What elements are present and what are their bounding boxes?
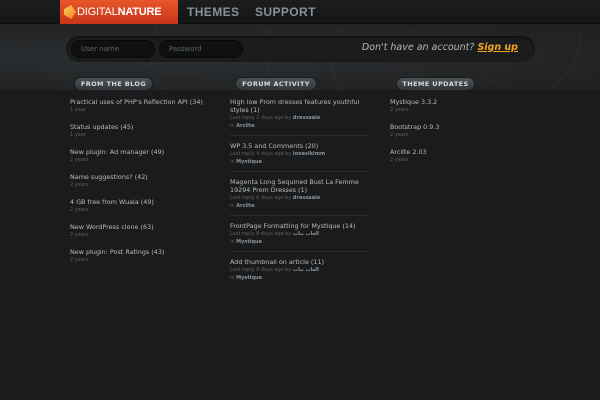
forum-topic-title[interactable]: WP 3.5 and Comments (20): [230, 142, 368, 150]
in-label: in: [230, 275, 235, 281]
nav-themes[interactable]: THEMES: [187, 5, 239, 19]
forum-name-link[interactable]: Arclite: [236, 123, 255, 129]
theme-update-item[interactable]: Bootstrap 0.9.3 2 years: [390, 123, 540, 139]
nav-support[interactable]: SUPPORT: [255, 5, 316, 19]
theme-update-title[interactable]: Arclite 2.03: [390, 148, 540, 156]
forum-topic-user[interactable]: dressaaie: [293, 115, 320, 121]
blog-item[interactable]: New plugin: Ad manager (49) 2 years: [70, 148, 218, 164]
forum-topic[interactable]: High low Prom dresses features youthful …: [230, 98, 368, 136]
forum-topic-user[interactable]: العاب بنات: [293, 267, 319, 273]
forum-topic-forum: in Mystique: [230, 238, 368, 246]
theme-update-age: 2 years: [390, 132, 409, 138]
forum-list: High low Prom dresses features youthful …: [230, 98, 368, 293]
blog-item[interactable]: New WordPress clone (63) 2 years: [70, 223, 218, 239]
last-reply-text: Last reply 2 days ago by: [230, 115, 292, 121]
forum-topic-forum: in Arclite: [230, 122, 368, 130]
in-label: in: [230, 159, 235, 165]
blog-item-age: 1 year: [70, 132, 86, 138]
theme-update-age: 2 years: [390, 107, 409, 113]
site-logo[interactable]: DIGITALNATURE: [60, 0, 178, 24]
blog-header: FROM THE BLOG: [74, 77, 153, 91]
theme-updates-list: Mystique 3.3.2 2 years Bootstrap 0.9.3 2…: [390, 98, 540, 173]
blog-item-title[interactable]: Status updates (45): [70, 123, 218, 131]
logo-mark-icon: [64, 5, 76, 19]
in-label: in: [230, 123, 235, 129]
password-input[interactable]: [159, 40, 243, 58]
forum-topic[interactable]: FrontPage Formatting for Mystique (14) L…: [230, 222, 368, 252]
last-reply-text: Last reply 8 days ago by: [230, 267, 292, 273]
blog-item[interactable]: Name suggestions? (42) 2 years: [70, 173, 218, 189]
blog-item-title[interactable]: Name suggestions? (42): [70, 173, 218, 181]
blog-item[interactable]: Status updates (45) 1 year: [70, 123, 218, 139]
blog-item-title[interactable]: New WordPress clone (63): [70, 223, 218, 231]
forum-topic-title[interactable]: High low Prom dresses features youthful …: [230, 98, 368, 114]
forum-topic-forum: in Arclite: [230, 202, 368, 210]
forum-topic-last-reply: Last reply 2 days ago by dressaaie: [230, 114, 368, 122]
forum-topic[interactable]: Add thumbnail on article (11) Last reply…: [230, 258, 368, 287]
blog-item-age: 2 years: [70, 157, 89, 163]
forum-topic-forum: in Mystique: [230, 274, 368, 282]
last-reply-text: Last reply 8 days ago by: [230, 231, 292, 237]
forum-topic-user[interactable]: العاب بنات: [293, 231, 319, 237]
blog-item-age: 1 year: [70, 107, 86, 113]
signup-prompt: Don't have an account? Sign up: [362, 42, 518, 53]
forum-name-link[interactable]: Mystique: [236, 159, 262, 165]
forum-topic-user[interactable]: dressaaie: [293, 195, 320, 201]
last-reply-text: Last reply 4 days ago by: [230, 151, 292, 157]
forum-header: FORUM ACTIVITY: [235, 77, 317, 91]
blog-item[interactable]: Practical uses of PHP's Reflection API (…: [70, 98, 218, 114]
blog-item-age: 2 years: [70, 182, 89, 188]
theme-update-title[interactable]: Mystique 3.3.2: [390, 98, 540, 106]
theme-update-title[interactable]: Bootstrap 0.9.3: [390, 123, 540, 131]
forum-topic-title[interactable]: FrontPage Formatting for Mystique (14): [230, 222, 368, 230]
logo-text: DIGITALNATURE: [77, 6, 162, 18]
blog-item-title[interactable]: 4 GB free from Wuala (49): [70, 198, 218, 206]
forum-topic-title[interactable]: Magenta Long Sequined Bust La Femme 1929…: [230, 178, 368, 194]
theme-updates-header: THEME UPDATES: [396, 77, 475, 91]
forum-topic[interactable]: WP 3.5 and Comments (20) Last reply 4 da…: [230, 142, 368, 172]
blog-item-title[interactable]: New plugin: Ad manager (49): [70, 148, 218, 156]
forum-topic-last-reply: Last reply 8 days ago by العاب بنات: [230, 230, 368, 238]
forum-name-link[interactable]: Arclite: [236, 203, 255, 209]
forum-name-link[interactable]: Mystique: [236, 239, 262, 245]
blog-item[interactable]: 4 GB free from Wuala (49) 2 years: [70, 198, 218, 214]
forum-topic-user[interactable]: lonesikimm: [293, 151, 325, 157]
signup-prompt-text: Don't have an account?: [361, 42, 475, 53]
theme-update-age: 2 years: [390, 157, 409, 163]
blog-item-age: 2 years: [70, 232, 89, 238]
blog-item[interactable]: New plugin: Post Ratings (43) 2 years: [70, 248, 218, 264]
in-label: in: [230, 203, 235, 209]
theme-update-item[interactable]: Arclite 2.03 2 years: [390, 148, 540, 164]
forum-topic[interactable]: Magenta Long Sequined Bust La Femme 1929…: [230, 178, 368, 216]
signup-link[interactable]: Sign up: [477, 42, 518, 53]
forum-topic-last-reply: Last reply 8 days ago by العاب بنات: [230, 266, 368, 274]
forum-topic-last-reply: Last reply 4 days ago by lonesikimm: [230, 150, 368, 158]
top-navigation: DIGITALNATURE THEMES SUPPORT: [0, 0, 600, 24]
forum-topic-forum: in Mystique: [230, 158, 368, 166]
theme-update-item[interactable]: Mystique 3.3.2 2 years: [390, 98, 540, 114]
forum-topic-title[interactable]: Add thumbnail on article (11): [230, 258, 368, 266]
forum-topic-last-reply: Last reply 6 days ago by dressaaie: [230, 194, 368, 202]
blog-list: Practical uses of PHP's Reflection API (…: [70, 98, 218, 273]
blog-item-age: 2 years: [70, 207, 89, 213]
in-label: in: [230, 239, 235, 245]
forum-name-link[interactable]: Mystique: [236, 275, 262, 281]
blog-item-title[interactable]: Practical uses of PHP's Reflection API (…: [70, 98, 218, 106]
blog-item-age: 2 years: [70, 257, 89, 263]
username-input[interactable]: [71, 40, 155, 58]
login-bar: Don't have an account?Sign up: [66, 36, 535, 62]
blog-item-title[interactable]: New plugin: Post Ratings (43): [70, 248, 218, 256]
last-reply-text: Last reply 6 days ago by: [230, 195, 292, 201]
